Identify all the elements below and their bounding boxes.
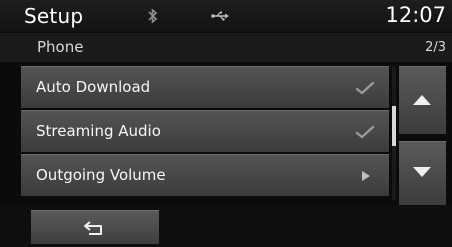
clock: 12:07 [385, 3, 446, 27]
menu-item-streaming-audio[interactable]: Streaming Audio [21, 110, 389, 152]
back-icon [84, 221, 102, 235]
arrow-up-icon [413, 95, 431, 105]
menu-item-label: Streaming Audio [36, 122, 161, 140]
menu-item-label: Outgoing Volume [36, 166, 166, 184]
scrollbar-thumb[interactable] [392, 106, 396, 146]
check-icon [355, 81, 375, 95]
page-indicator: 2/3 [425, 40, 446, 55]
usb-icon [211, 11, 229, 21]
menu-item-outgoing-volume[interactable]: Outgoing Volume [21, 154, 389, 196]
menu-list: Auto Download Streaming Audio Outgoing V… [21, 66, 389, 198]
menu-item-auto-download[interactable]: Auto Download [21, 66, 389, 108]
scroll-up-button[interactable] [399, 66, 446, 134]
check-icon [355, 125, 375, 139]
menu-item-label: Auto Download [36, 78, 151, 96]
arrow-down-icon [413, 167, 431, 177]
arrow-right-icon [362, 171, 370, 181]
screen-title: Setup [24, 4, 84, 28]
back-button[interactable] [31, 210, 159, 244]
category-label: Phone [37, 38, 84, 56]
scroll-down-button[interactable] [399, 141, 446, 205]
bluetooth-icon [148, 8, 158, 24]
